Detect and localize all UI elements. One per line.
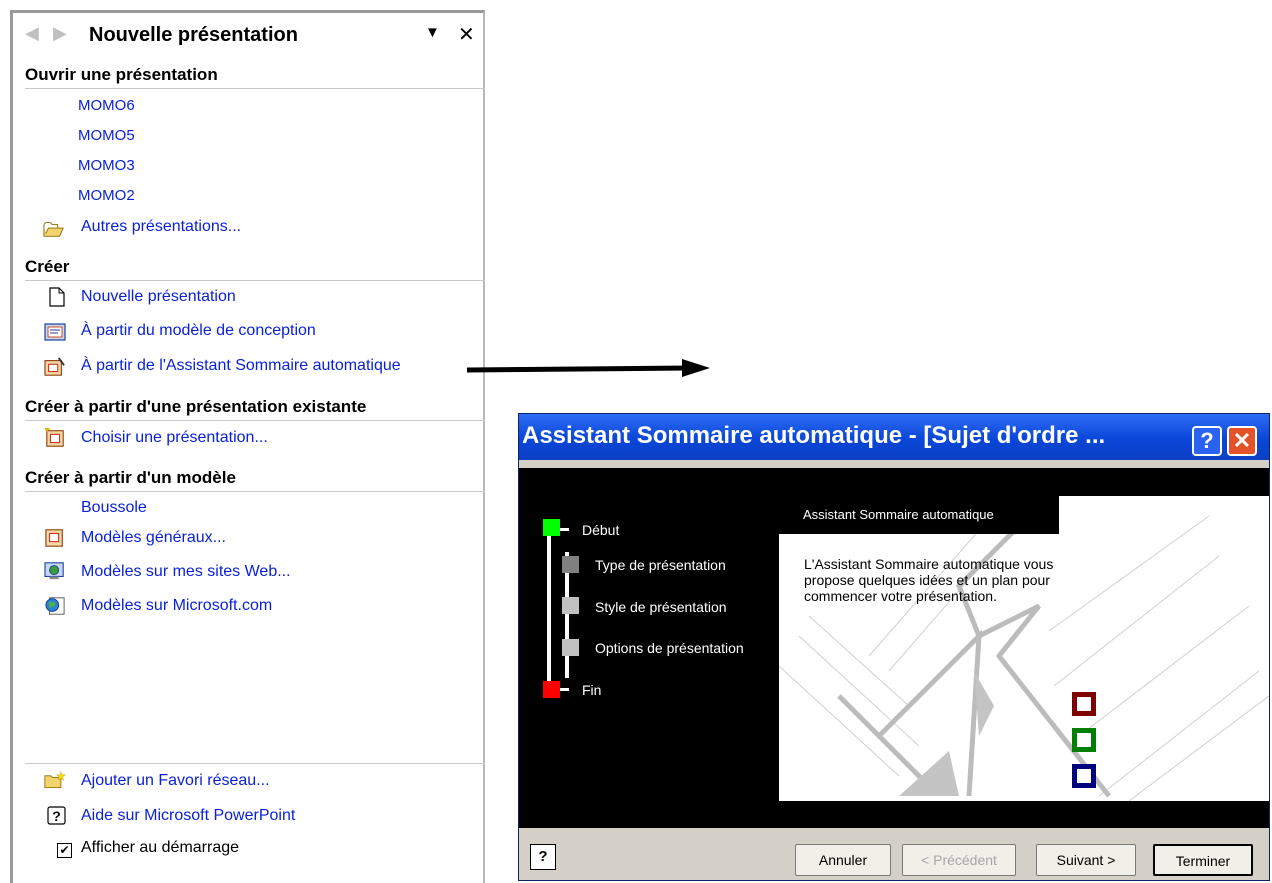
- titlebar-close-button[interactable]: ✕: [1227, 426, 1257, 456]
- web-templates-icon: [44, 562, 64, 580]
- web-templates-link[interactable]: Modèles sur mes sites Web...: [81, 563, 291, 581]
- choose-presentation-link[interactable]: Choisir une présentation...: [81, 429, 268, 447]
- dialog-titlebar[interactable]: Assistant Sommaire automatique - [Sujet …: [519, 414, 1269, 460]
- wizard-body: Début Type de présentation Style de prés…: [519, 468, 1269, 828]
- step-marker-start: [543, 519, 560, 536]
- wizard-content: Assistant Sommaire automatique L'Assista…: [779, 496, 1269, 801]
- open-section-title: Ouvrir une présentation: [25, 65, 218, 84]
- chevron-down-icon[interactable]: ▼: [425, 24, 440, 41]
- back-arrow-icon[interactable]: ◀: [25, 23, 39, 44]
- general-templates-link[interactable]: Modèles généraux...: [81, 529, 226, 547]
- step-marker-options: [562, 639, 579, 656]
- step-label-start: Début: [582, 522, 620, 538]
- create-section-title: Créer: [25, 257, 70, 276]
- step-label-type: Type de présentation: [595, 557, 726, 573]
- content-title: Assistant Sommaire automatique: [779, 496, 1059, 534]
- callout-arrow: [467, 359, 710, 377]
- help-icon: ?: [47, 806, 66, 825]
- recent-presentation-link[interactable]: MOMO5: [78, 127, 135, 144]
- show-at-startup-checkbox[interactable]: ✔: [57, 843, 72, 858]
- step-label-finish: Fin: [582, 682, 602, 698]
- more-presentations-link[interactable]: Autres présentations...: [81, 218, 241, 236]
- from-autocontent-wizard-link[interactable]: À partir de l'Assistant Sommaire automat…: [81, 357, 401, 375]
- autocontent-wizard-icon: [44, 357, 65, 376]
- content-description: L'Assistant Sommaire automatique vous pr…: [804, 556, 1054, 604]
- close-icon[interactable]: ✕: [458, 22, 475, 47]
- step-label-style: Style de présentation: [595, 599, 727, 615]
- recent-template-link[interactable]: Boussole: [81, 499, 147, 517]
- step-marker-style: [562, 597, 579, 614]
- blank-document-icon: [49, 287, 65, 307]
- existing-presentation-icon: [45, 428, 64, 447]
- envelope-illustration: [779, 496, 1269, 801]
- step-marker-type: [562, 556, 579, 573]
- divider: [25, 763, 485, 764]
- divider: [25, 420, 485, 421]
- task-pane-header: ◀ ▶ Nouvelle présentation ▼ ✕: [13, 13, 483, 57]
- dialog-title: Assistant Sommaire automatique - [Sujet …: [522, 422, 1106, 449]
- recent-presentation-link[interactable]: MOMO2: [78, 187, 135, 204]
- dialog-footer: ? Annuler < Précédent Suivant > Terminer: [519, 828, 1269, 880]
- show-at-startup-label: Afficher au démarrage: [81, 839, 240, 856]
- add-network-place-icon: [44, 771, 66, 789]
- open-folder-icon: [43, 222, 64, 237]
- existing-section-title: Créer à partir d'une présentation exista…: [25, 397, 367, 416]
- titlebar-help-button[interactable]: ?: [1192, 426, 1222, 456]
- divider: [25, 280, 485, 281]
- svg-text:?: ?: [52, 808, 61, 824]
- wizard-steps-panel: Début Type de présentation Style de prés…: [519, 468, 779, 828]
- autocontent-wizard-dialog: Assistant Sommaire automatique - [Sujet …: [518, 413, 1270, 881]
- recent-presentation-link[interactable]: MOMO3: [78, 157, 135, 174]
- red-square: [1072, 692, 1096, 716]
- finish-button[interactable]: Terminer: [1153, 844, 1253, 876]
- step-label-options: Options de présentation: [595, 640, 744, 656]
- blue-square: [1072, 764, 1096, 788]
- green-square: [1072, 728, 1096, 752]
- previous-button[interactable]: < Précédent: [902, 844, 1016, 876]
- design-template-icon: [44, 323, 66, 341]
- recent-presentation-link[interactable]: MOMO6: [78, 97, 135, 114]
- general-templates-icon: [45, 529, 63, 547]
- divider: [25, 88, 485, 89]
- powerpoint-help-link[interactable]: Aide sur Microsoft PowerPoint: [81, 807, 295, 825]
- cancel-button[interactable]: Annuler: [795, 844, 891, 876]
- task-pane: ◀ ▶ Nouvelle présentation ▼ ✕ Ouvrir une…: [10, 10, 485, 883]
- template-section-title: Créer à partir d'un modèle: [25, 468, 236, 487]
- new-presentation-link[interactable]: Nouvelle présentation: [81, 288, 236, 306]
- divider: [25, 491, 485, 492]
- next-button[interactable]: Suivant >: [1036, 844, 1136, 876]
- task-pane-title: Nouvelle présentation: [89, 24, 298, 46]
- microsoft-templates-link[interactable]: Modèles sur Microsoft.com: [81, 597, 272, 615]
- step-marker-finish: [543, 681, 560, 698]
- add-network-favorite-link[interactable]: Ajouter un Favori réseau...: [81, 772, 270, 790]
- from-design-template-link[interactable]: À partir du modèle de conception: [81, 322, 316, 340]
- wizard-help-button[interactable]: ?: [530, 844, 556, 870]
- steps-line-outer: [547, 528, 551, 692]
- forward-arrow-icon[interactable]: ▶: [53, 23, 67, 44]
- microsoft-templates-icon: [45, 597, 65, 615]
